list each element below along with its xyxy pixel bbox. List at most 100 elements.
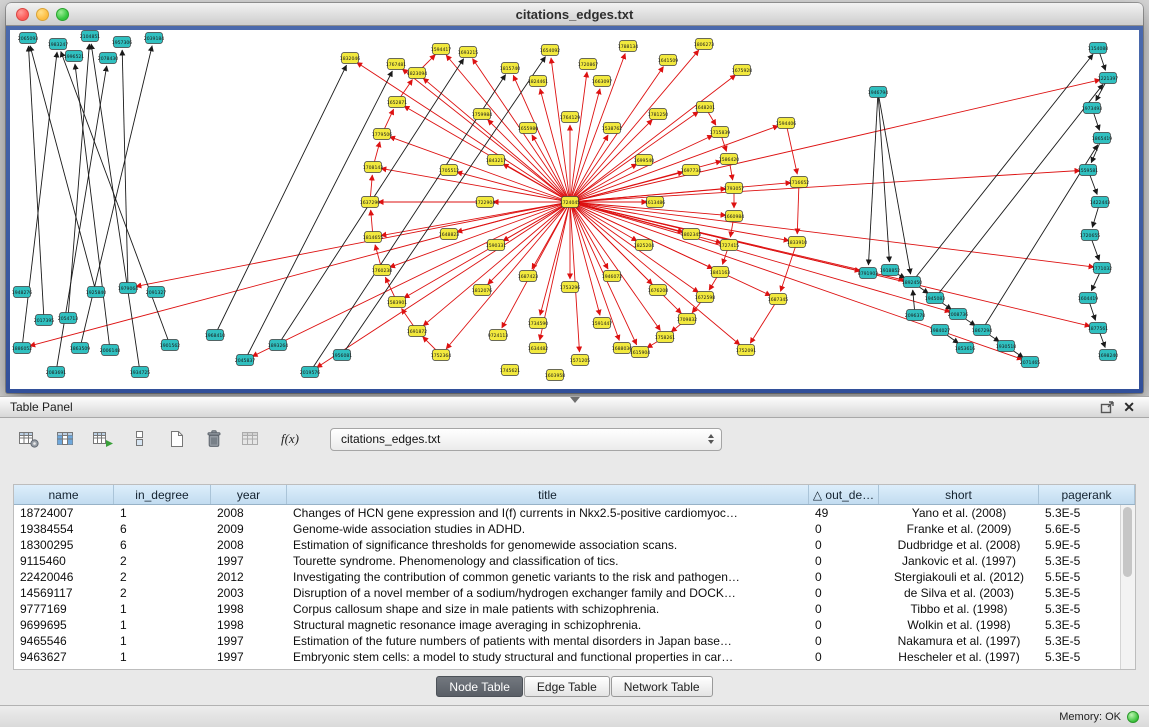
table-row[interactable]: 911546021997Tourette syndrome. Phenomeno… — [14, 553, 1135, 569]
window-titlebar[interactable]: citations_edges.txt — [6, 3, 1143, 26]
table-cell-in_degree[interactable]: 2 — [114, 570, 211, 584]
zoom-window-button[interactable] — [56, 8, 69, 21]
table-cell-out_degree[interactable]: 0 — [809, 538, 879, 552]
table-cell-in_degree[interactable]: 1 — [114, 650, 211, 664]
table-row[interactable]: 946554611997Estimation of the future num… — [14, 633, 1135, 649]
graph-edge[interactable] — [570, 202, 608, 269]
table-cell-title[interactable]: Tourette syndrome. Phenomenology and cla… — [287, 554, 809, 568]
new-table-icon[interactable] — [164, 427, 190, 451]
graph-edge[interactable] — [56, 66, 107, 372]
table-cell-short[interactable]: Wolkin et al. (1998) — [879, 618, 1039, 632]
column-header-short[interactable]: short — [879, 485, 1039, 504]
table-selector-dropdown[interactable]: citations_edges.txt — [330, 428, 722, 451]
table-cell-name[interactable]: 9115460 — [14, 554, 114, 568]
table-row[interactable]: 1456911722003Disruption of a novel membe… — [14, 585, 1135, 601]
table-row[interactable]: 946362711997Embryonic stem cells: a mode… — [14, 649, 1135, 665]
table-cell-name[interactable]: 22420046 — [14, 570, 114, 584]
graph-edge[interactable] — [68, 44, 89, 318]
graph-edge[interactable] — [570, 183, 791, 202]
tab-edge-table[interactable]: Edge Table — [524, 676, 610, 697]
graph-svg[interactable]: 1724045161348618252041946072175329616874… — [10, 30, 1139, 389]
table-cell-short[interactable]: Hescheler et al. (1997) — [879, 650, 1039, 664]
graph-edge[interactable] — [570, 67, 663, 202]
graph-edge[interactable] — [750, 299, 778, 343]
graph-edge[interactable] — [570, 202, 1022, 359]
table-cell-name[interactable]: 14569117 — [14, 586, 114, 600]
network-canvas[interactable]: 1724045161348618252041946072175329616874… — [10, 30, 1139, 389]
table-cell-name[interactable]: 9777169 — [14, 602, 114, 616]
table-row[interactable]: 969969511998Structural magnetic resonanc… — [14, 617, 1135, 633]
table-cell-name[interactable]: 9465546 — [14, 634, 114, 648]
table-cell-title[interactable]: Changes of HCN gene expression and I(f) … — [287, 506, 809, 520]
table-cell-in_degree[interactable]: 1 — [114, 506, 211, 520]
table-cell-in_degree[interactable]: 1 — [114, 634, 211, 648]
tab-network-table[interactable]: Network Table — [611, 676, 713, 697]
table-cell-out_degree[interactable]: 0 — [809, 618, 879, 632]
table-row[interactable]: 1938455462009Genome-wide association stu… — [14, 521, 1135, 537]
table-cell-title[interactable]: Disruption of a novel member of a sodium… — [287, 586, 809, 600]
graph-edge[interactable] — [570, 135, 608, 202]
graph-edge[interactable] — [532, 135, 570, 202]
table-cell-in_degree[interactable]: 6 — [114, 522, 211, 536]
table-cell-title[interactable]: Embryonic stem cells: a model to study s… — [287, 650, 809, 664]
graph-edge[interactable] — [570, 126, 778, 202]
graph-edge[interactable] — [402, 69, 570, 202]
table-cell-in_degree[interactable]: 6 — [114, 538, 211, 552]
table-cell-short[interactable]: Dudbridge et al. (2008) — [879, 538, 1039, 552]
table-cell-short[interactable]: Stergiakouli et al. (2012) — [879, 570, 1039, 584]
table-cell-name[interactable]: 19384554 — [14, 522, 114, 536]
table-cell-out_degree[interactable]: 0 — [809, 634, 879, 648]
table-cell-out_degree[interactable]: 0 — [809, 554, 879, 568]
table-row[interactable]: 1830029562008Estimation of significance … — [14, 537, 1135, 553]
table-cell-out_degree[interactable]: 0 — [809, 602, 879, 616]
table-cell-title[interactable]: Corpus callosum shape and size in male p… — [287, 602, 809, 616]
table-cell-title[interactable]: Structural magnetic resonance image aver… — [287, 618, 809, 632]
table-cell-short[interactable]: Tibbo et al. (1998) — [879, 602, 1039, 616]
table-cell-short[interactable]: de Silva et al. (2003) — [879, 586, 1039, 600]
panel-resize-handle-icon[interactable] — [570, 397, 580, 403]
table-cell-title[interactable]: Investigating the contribution of common… — [287, 570, 809, 584]
graph-edge[interactable] — [570, 170, 1080, 202]
table-cell-in_degree[interactable]: 2 — [114, 554, 211, 568]
float-panel-icon[interactable] — [1096, 401, 1119, 414]
column-header-name[interactable]: name — [14, 485, 114, 504]
graph-edge[interactable] — [878, 92, 889, 262]
graph-edge[interactable] — [75, 64, 110, 350]
table-cell-year[interactable]: 1998 — [211, 602, 287, 616]
graph-edge[interactable] — [502, 202, 570, 328]
graph-edge[interactable] — [570, 72, 587, 202]
table-cell-year[interactable]: 1998 — [211, 618, 287, 632]
table-cell-year[interactable]: 1997 — [211, 634, 287, 648]
graph-edge[interactable] — [786, 123, 797, 174]
table-cell-short[interactable]: Franke et al. (2009) — [879, 522, 1039, 536]
table-cell-year[interactable]: 2009 — [211, 522, 287, 536]
table-cell-in_degree[interactable]: 1 — [114, 602, 211, 616]
graph-edge[interactable] — [935, 84, 1103, 298]
table-cell-out_degree[interactable]: 0 — [809, 570, 879, 584]
table-cell-name[interactable]: 18724007 — [14, 506, 114, 520]
column-header-in_degree[interactable]: in_degree — [114, 485, 211, 504]
column-header-title[interactable]: title — [287, 485, 809, 504]
scrollbar-thumb[interactable] — [1123, 507, 1132, 577]
graph-edge[interactable] — [912, 54, 1093, 282]
table-scrollbar[interactable] — [1120, 505, 1135, 669]
table-cell-year[interactable]: 2008 — [211, 506, 287, 520]
table-row[interactable]: 2242004622012Investigating the contribut… — [14, 569, 1135, 585]
table-cell-short[interactable]: Nakamura et al. (1997) — [879, 634, 1039, 648]
table-cell-short[interactable]: Yano et al. (2008) — [879, 506, 1039, 520]
table-cell-in_degree[interactable]: 2 — [114, 586, 211, 600]
table-cell-name[interactable]: 18300295 — [14, 538, 114, 552]
graph-edge[interactable] — [570, 164, 637, 202]
function-builder-button[interactable]: f(x) — [275, 427, 305, 451]
graph-edge[interactable] — [570, 50, 699, 202]
graph-edge[interactable] — [570, 202, 950, 312]
delete-table-icon[interactable] — [201, 427, 227, 451]
column-header-year[interactable]: year — [211, 485, 287, 504]
table-cell-out_degree[interactable]: 0 — [809, 522, 879, 536]
column-header-out_degree[interactable]: △ out_de… — [809, 485, 879, 504]
table-row[interactable]: 1872400712008Changes of HCN gene express… — [14, 505, 1135, 521]
table-cell-in_degree[interactable]: 1 — [114, 618, 211, 632]
graph-edge[interactable] — [423, 202, 570, 326]
close-window-button[interactable] — [16, 8, 29, 21]
graph-edge[interactable] — [797, 182, 799, 234]
